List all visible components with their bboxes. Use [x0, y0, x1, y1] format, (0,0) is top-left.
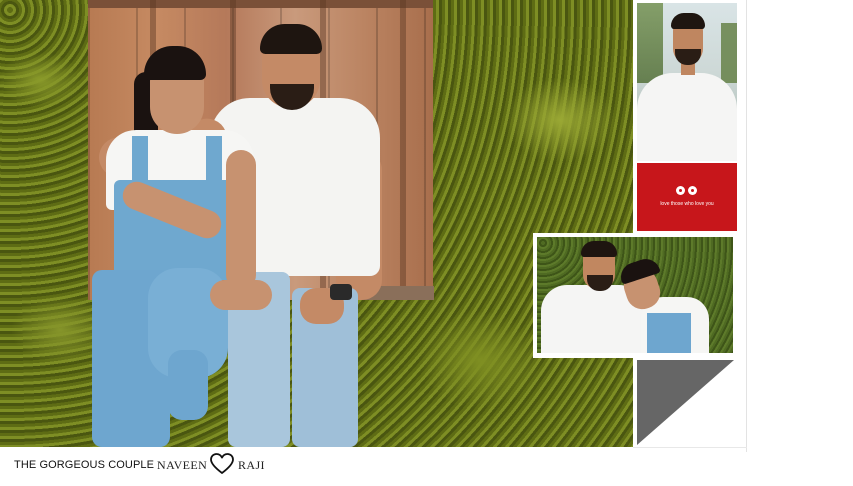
man-white-tshirt [637, 73, 737, 161]
man-beard [675, 49, 701, 65]
album-page: love those who love you THE GORGEOUS COU… [0, 0, 853, 486]
door-frame [88, 0, 433, 8]
quote-tile: love those who love you [637, 163, 737, 231]
man-hair [581, 241, 617, 257]
man-portrait-tile [637, 3, 737, 161]
woman-arm [226, 150, 256, 290]
cartoon-eyes-icon [676, 186, 697, 195]
man-hair [260, 24, 322, 54]
quote-text: love those who love you [660, 201, 714, 207]
main-couple-photo [0, 0, 633, 447]
page-edge [746, 0, 747, 452]
name-raji: RAJI [238, 458, 265, 472]
trees [637, 3, 663, 83]
eye [676, 186, 685, 195]
man-hair [671, 13, 705, 29]
couple-closeup-photo [537, 237, 733, 353]
couple-closeup-tile [533, 233, 738, 358]
gray-triangle-shape [637, 360, 734, 445]
gray-triangle-tile [637, 360, 737, 445]
door-plank [400, 0, 406, 300]
caption-title: THE GORGEOUS COUPLE [14, 459, 155, 471]
wristwatch [330, 284, 352, 300]
eye [688, 186, 697, 195]
page-edge [633, 447, 747, 448]
trees [721, 23, 737, 83]
woman-denim-dungaree [647, 313, 691, 353]
dungaree-strap [206, 136, 222, 192]
woman-shin [168, 350, 208, 420]
name-naveen: NAVEEN [157, 458, 208, 472]
woman-hand [210, 280, 272, 310]
heart-outline-icon [210, 453, 234, 474]
